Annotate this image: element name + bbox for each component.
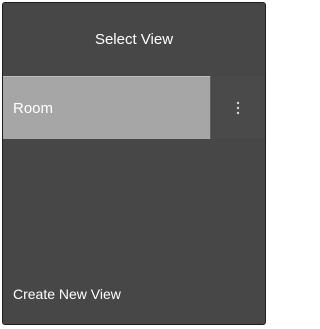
view-list-item: Room <box>3 76 265 139</box>
select-view-dialog: Select View Room Create New View <box>2 2 266 325</box>
view-item-room[interactable]: Room <box>3 76 210 139</box>
view-options-button[interactable] <box>210 76 265 139</box>
create-new-view-button[interactable]: Create New View <box>13 286 121 302</box>
dialog-title: Select View <box>94 30 174 48</box>
view-item-label: Room <box>13 99 54 117</box>
more-vertical-icon <box>236 101 240 115</box>
